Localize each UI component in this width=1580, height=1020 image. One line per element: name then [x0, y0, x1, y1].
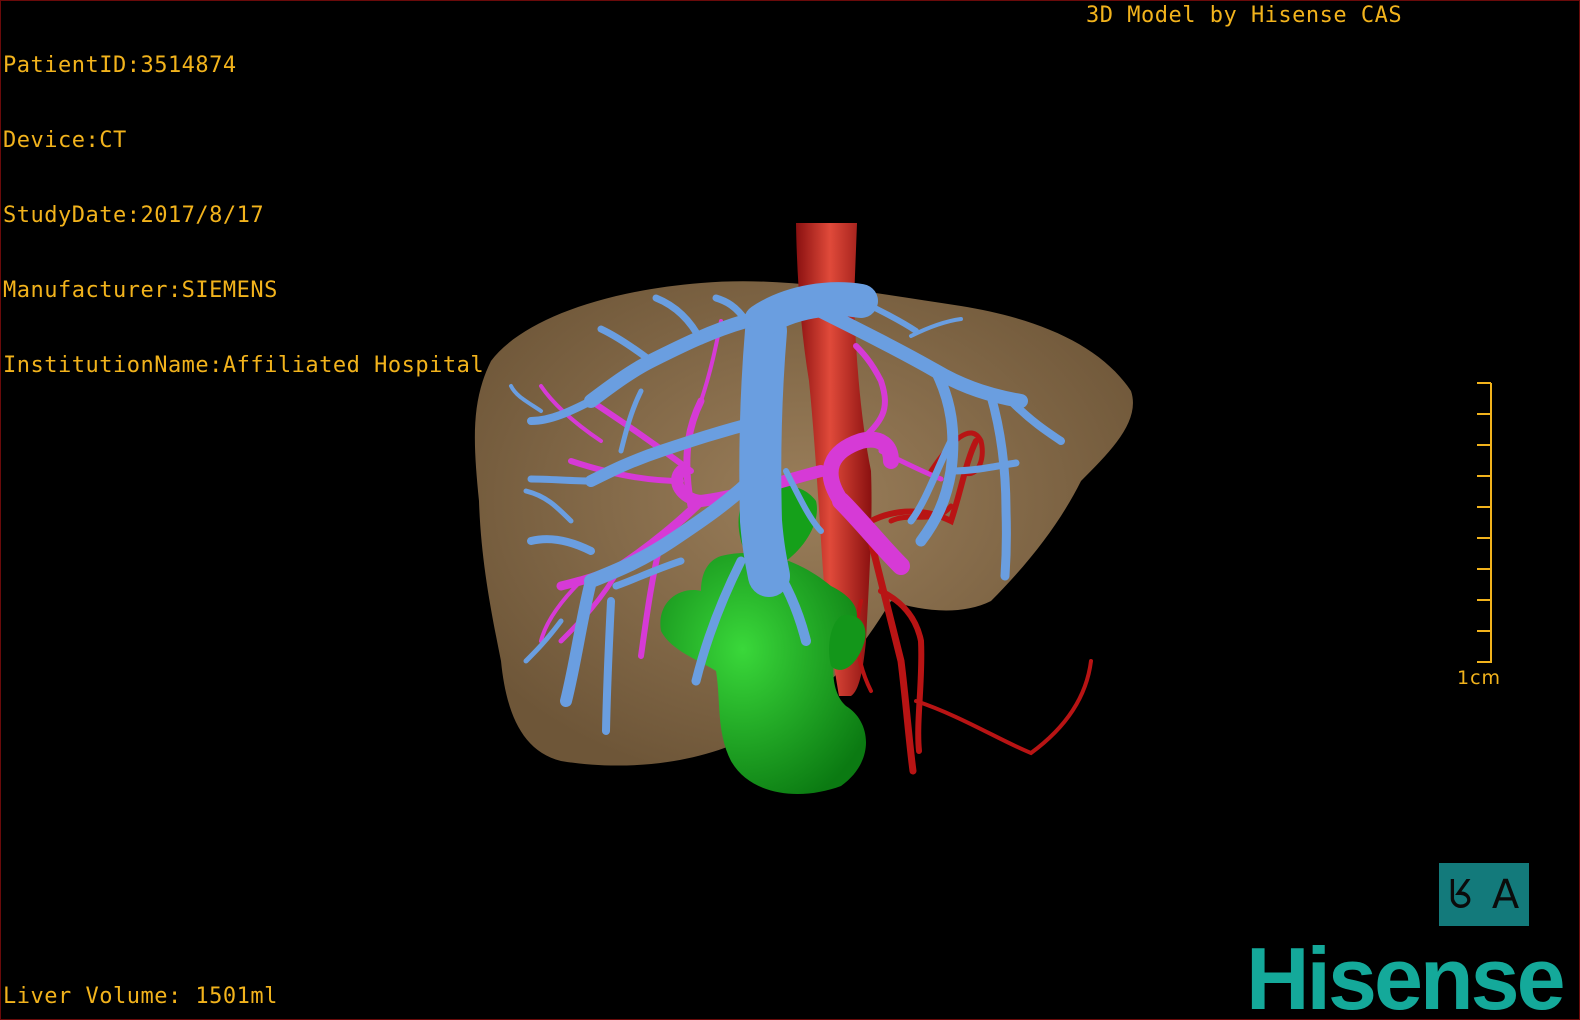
hisense-logo: Hisense — [1246, 929, 1566, 1020]
viewer-canvas[interactable]: PatientID:3514874 Device:CT StudyDate:20… — [0, 0, 1580, 1020]
view-orientation-icon: ᖉ — [1448, 871, 1473, 918]
liver-volume-text: Liver Volume: 1501ml — [3, 984, 278, 1009]
scale-ruler — [1477, 382, 1492, 663]
scale-label: 1cm — [1457, 667, 1502, 689]
view-orientation-button[interactable]: ᖉ A — [1439, 863, 1529, 926]
liver-3d-model[interactable] — [1, 1, 1580, 1020]
view-orientation-letter: A — [1491, 871, 1520, 918]
